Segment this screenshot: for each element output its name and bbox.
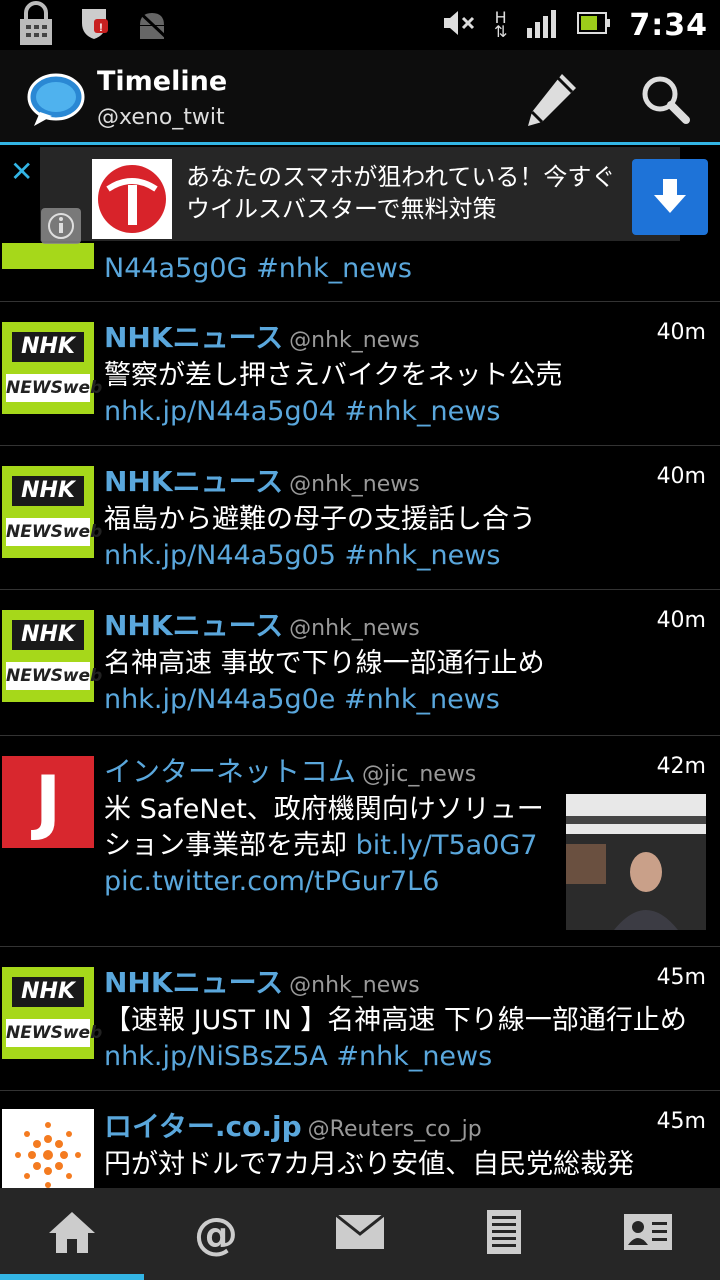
tweet-text: 【速報 JUST IN 】名神高速 下り線一部通行止め (104, 1005, 687, 1036)
svg-text:!: ! (99, 22, 103, 34)
tab-messages[interactable] (288, 1188, 432, 1280)
ad-close-button[interactable]: ✕ (10, 155, 33, 188)
ad-banner[interactable]: ✕ あなたのスマホが狙われている！今すぐウイルスバスターで無料対策 (0, 145, 720, 243)
messages-envelope-icon (335, 1213, 385, 1254)
ad-text: あなたのスマホが狙われている！今すぐウイルスバスターで無料対策 (186, 163, 616, 223)
timeline-list[interactable]: N44a5g0G #nhk_news NHK NEWSweb NHKニュース @n… (0, 243, 720, 1188)
tweet-link[interactable]: nhk.jp/NiSBsZ5A #nhk_news (104, 1041, 492, 1072)
tab-profile[interactable] (576, 1188, 720, 1280)
page-title: Timeline (97, 66, 228, 97)
avatar[interactable]: J (2, 756, 94, 848)
account-handle: @xeno_twit (97, 105, 225, 130)
tweet-handle: @Reuters_co_jp (307, 1117, 482, 1142)
list-item[interactable]: NHK NEWSweb NHKニュース @nhk_news 警察が差し押さえバイク… (0, 302, 720, 446)
android-icon (132, 5, 172, 45)
tweet-time: 40m (656, 608, 706, 633)
nhk-logo-subtext: NEWSweb (6, 662, 102, 690)
battery-icon (577, 11, 611, 39)
nhk-logo-subtext: NEWSweb (6, 518, 102, 546)
tweet-handle: @nhk_news (289, 328, 420, 353)
tweet-text: 警察が差し押さえバイクをネット公売 (104, 360, 563, 391)
tweet-author[interactable]: インターネットコム (104, 755, 356, 788)
tweet-handle: @jic_news (362, 762, 477, 787)
avatar[interactable]: NHK NEWSweb (2, 610, 102, 702)
tweet-link[interactable]: N44a5g0G #nhk_news (104, 251, 706, 287)
tweet-handle: @nhk_news (289, 973, 420, 998)
avatar[interactable]: NHK NEWSweb (2, 322, 102, 414)
tweet-handle: @nhk_news (289, 472, 420, 497)
tweet-handle: @nhk_news (289, 616, 420, 641)
bottom-navigation: @ (0, 1188, 720, 1280)
tab-lists[interactable] (432, 1188, 576, 1280)
mentions-at-icon: @ (194, 1208, 238, 1260)
info-icon[interactable] (41, 208, 81, 244)
nhk-logo-text: NHK (12, 476, 84, 506)
list-item[interactable]: J インターネットコム @jic_news 米 SafeNet、政府機関向けソリュ… (0, 736, 720, 947)
mute-icon (442, 8, 476, 42)
tweet-text: 名神高速 事故で下り線一部通行止め (104, 648, 545, 679)
tweet-author[interactable]: NHKニュース (104, 609, 283, 642)
avatar[interactable]: NHK NEWSweb (2, 466, 102, 558)
ad-content[interactable]: あなたのスマホが狙われている！今すぐウイルスバスターで無料対策 (40, 147, 708, 241)
nhk-logo-subtext: NEWSweb (6, 1019, 102, 1047)
avatar[interactable] (2, 243, 94, 269)
list-item[interactable]: NHK NEWSweb NHKニュース @nhk_news 【速報 JUST IN… (0, 947, 720, 1091)
avatar[interactable]: NHK NEWSweb (2, 967, 102, 1059)
compose-pencil-icon[interactable] (522, 70, 582, 132)
download-arrow-icon[interactable] (632, 159, 708, 235)
nhk-logo-text: NHK (12, 620, 84, 650)
search-icon[interactable] (638, 72, 692, 130)
tweet-author[interactable]: NHKニュース (104, 966, 283, 999)
nhk-logo-text: NHK (12, 332, 84, 362)
tweet-time: 40m (656, 464, 706, 489)
network-type-label: H (494, 8, 507, 27)
tweet-text: 福島から避難の母子の支援話し合う (104, 504, 536, 535)
clock: 7:34 (629, 7, 708, 43)
tweet-link[interactable]: nhk.jp/N44a5g04 #nhk_news (104, 396, 500, 427)
tweet-author[interactable]: ロイター.co.jp (104, 1110, 302, 1143)
speech-bubble-logo-icon[interactable] (26, 72, 86, 132)
list-item[interactable]: N44a5g0G #nhk_news (0, 243, 720, 302)
virusbuster-logo-icon (92, 159, 172, 239)
tweet-time: 42m (656, 754, 706, 779)
tab-home[interactable] (0, 1188, 144, 1280)
tweet-author[interactable]: NHKニュース (104, 465, 283, 498)
data-arrows-icon: H ⇅ (493, 8, 508, 41)
jic-logo-text: J (34, 761, 62, 843)
home-icon (47, 1209, 97, 1259)
avatar[interactable] (2, 1109, 94, 1188)
tweet-link[interactable]: nhk.jp/N44a5g05 #nhk_news (104, 540, 500, 571)
tab-mentions[interactable]: @ (144, 1188, 288, 1280)
list-item[interactable]: NHK NEWSweb NHKニュース @nhk_news 福島から避難の母子の支… (0, 446, 720, 590)
tweet-time: 45m (656, 1109, 706, 1134)
tweet-time: 45m (656, 965, 706, 990)
lists-icon (486, 1209, 522, 1259)
list-item[interactable]: NHK NEWSweb NHKニュース @nhk_news 名神高速 事故で下り線… (0, 590, 720, 736)
profile-card-icon (623, 1213, 673, 1255)
tweet-author[interactable]: NHKニュース (104, 321, 283, 354)
tweet-time: 40m (656, 320, 706, 345)
lock-icon (16, 1, 56, 49)
nhk-logo-text: NHK (12, 977, 84, 1007)
list-item[interactable]: ロイター.co.jp @Reuters_co_jp 円が対ドルで7カ月ぶり安値、自… (0, 1091, 720, 1188)
action-bar: Timeline @xeno_twit (0, 50, 720, 145)
signal-icon (525, 8, 559, 42)
tweet-link[interactable]: nhk.jp/N44a5g0e #nhk_news (104, 684, 500, 715)
tweet-text: 円が対ドルで7カ月ぶり安値、自民党総裁発 (104, 1149, 635, 1180)
shield-icon: ! (78, 5, 110, 45)
nhk-logo-subtext: NEWSweb (6, 374, 102, 402)
status-bar: ! H ⇅ 7:34 (0, 0, 720, 50)
tweet-thumbnail[interactable] (566, 794, 706, 930)
